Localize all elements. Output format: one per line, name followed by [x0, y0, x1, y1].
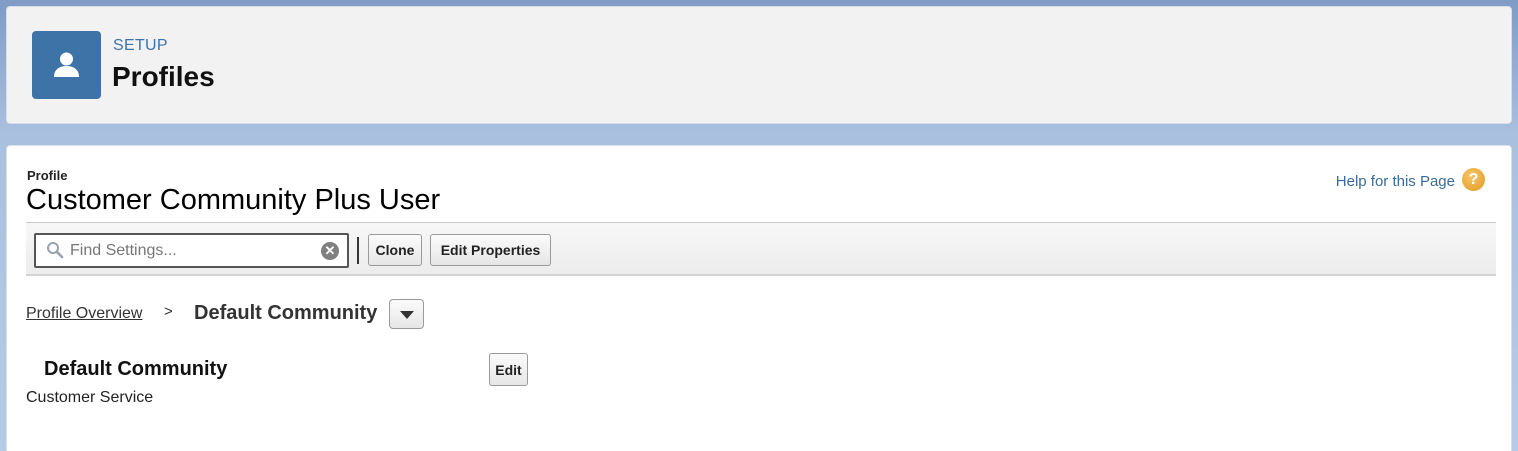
help-question-icon[interactable]: ? [1462, 168, 1485, 191]
page-title: Profiles [112, 61, 215, 92]
profile-name: Customer Community Plus User [26, 184, 441, 216]
user-icon [32, 31, 101, 99]
search-input[interactable] [70, 239, 310, 262]
clone-button[interactable]: Clone [368, 234, 422, 266]
section-dropdown-button[interactable] [389, 299, 424, 329]
find-settings-search[interactable]: ✕ [34, 233, 349, 268]
breadcrumb-profile-overview[interactable]: Profile Overview [26, 305, 142, 323]
search-icon [46, 241, 64, 264]
clear-search-icon[interactable]: ✕ [321, 242, 339, 260]
section-title: Default Community [44, 358, 228, 380]
profile-toolbar: ✕ Clone Edit Properties [26, 222, 1496, 276]
chevron-down-icon [400, 311, 414, 319]
breadcrumb-current: Default Community [194, 302, 378, 324]
profile-detail-panel: Profile Customer Community Plus User Hel… [6, 145, 1512, 451]
edit-properties-button[interactable]: Edit Properties [430, 234, 551, 266]
section-value: Customer Service [26, 389, 154, 406]
setup-eyebrow: SETUP [113, 37, 168, 54]
edit-button[interactable]: Edit [489, 353, 528, 386]
help-link[interactable]: Help for this Page [1336, 173, 1455, 190]
toolbar-divider [357, 237, 359, 264]
breadcrumb-separator: > [164, 303, 173, 320]
page-header: SETUP Profiles [6, 6, 1512, 124]
profile-label: Profile [27, 168, 68, 183]
